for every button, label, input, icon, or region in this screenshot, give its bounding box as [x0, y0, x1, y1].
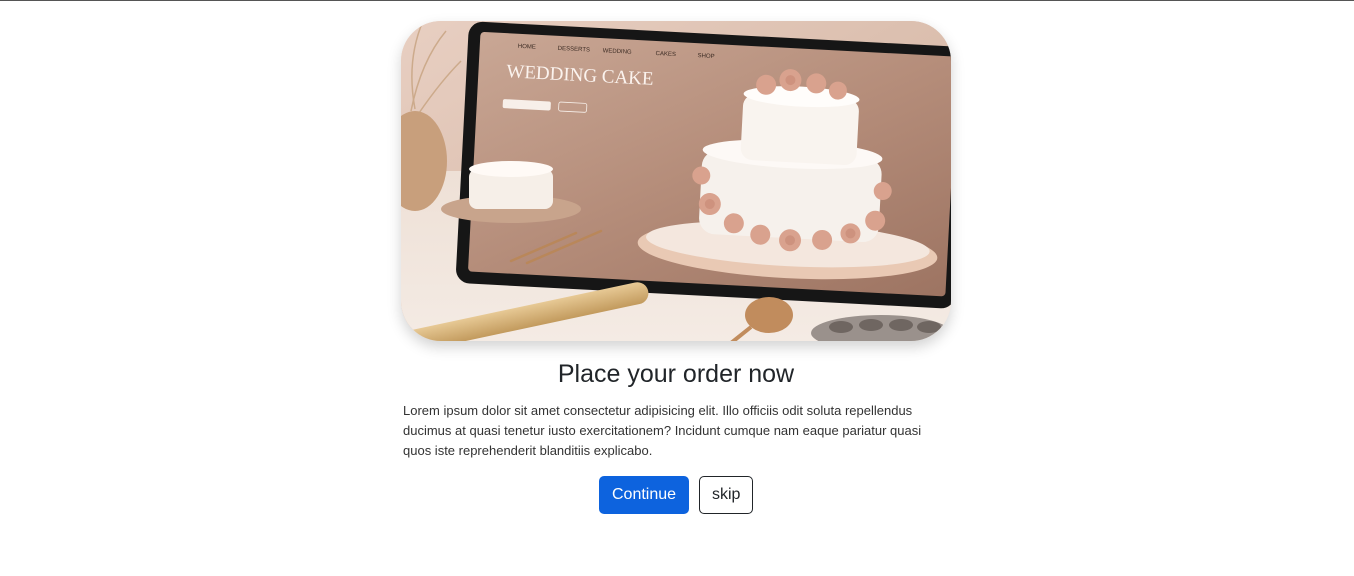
hero-image: HOME DESSERTS WEDDING CAKES SHOP WEDDING… — [401, 21, 951, 341]
top-border — [0, 0, 1354, 1]
action-bar: Continue skip — [401, 476, 951, 514]
page-title: Place your order now — [557, 360, 795, 388]
tablet-nav-1: HOME — [518, 44, 536, 51]
skip-button[interactable]: skip — [699, 476, 753, 514]
tablet-nav-4: CAKES — [655, 51, 676, 58]
promo-card: HOME DESSERTS WEDDING CAKES SHOP WEDDING… — [401, 21, 951, 514]
description-text: Lorem ipsum dolor sit amet consectetur a… — [403, 403, 922, 458]
continue-button[interactable]: Continue — [599, 476, 689, 514]
tablet-nav-5: SHOP — [697, 53, 714, 60]
